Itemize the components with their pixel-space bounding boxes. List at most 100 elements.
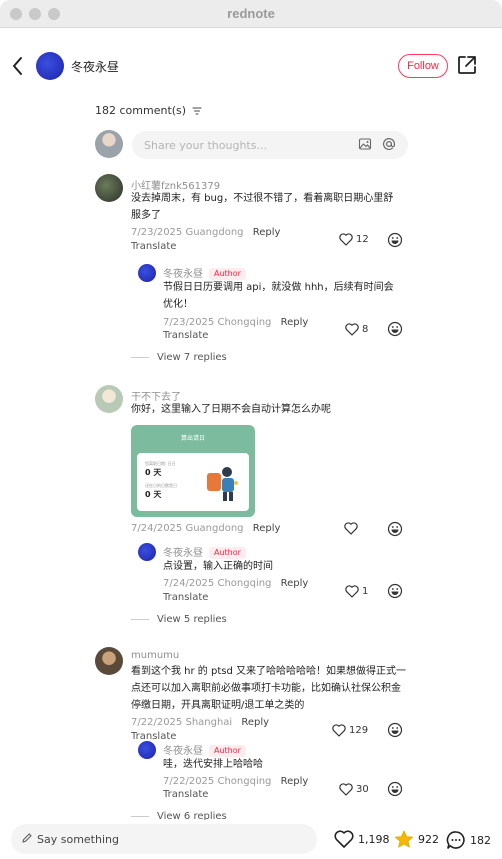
say-something-input[interactable]: Say something [11, 824, 317, 854]
reply-date: 7/23/2025 [163, 317, 215, 328]
reply-meta: 7/22/2025 Chongqing Reply [163, 776, 308, 787]
like-button[interactable]: 30 [339, 783, 369, 796]
heart-icon [334, 830, 354, 848]
reply-text: 哇，迭代安排上哈哈哈 [163, 759, 263, 770]
window-titlebar: rednote [0, 0, 502, 28]
reply-button[interactable]: Reply [253, 523, 281, 534]
comment-location: Shanghai [185, 717, 233, 728]
like-count: 129 [349, 725, 369, 736]
image-value-1: 0 天 [145, 468, 162, 477]
post-favorite-count: 922 [418, 833, 439, 846]
comment-text: 你好，这里输入了日期不会自动计算怎么办呢 [131, 404, 331, 415]
heart-icon [339, 233, 353, 246]
heart-icon [339, 783, 353, 796]
comment-count[interactable]: 182 comment(s) [95, 104, 202, 117]
like-button[interactable] [344, 522, 361, 535]
reply-username[interactable]: 冬夜永昼 Author [163, 544, 246, 559]
image-icon[interactable] [358, 137, 372, 151]
emoji-icon[interactable] [387, 521, 403, 537]
follow-button[interactable]: Follow [398, 54, 448, 78]
post-favorite-button[interactable]: 922 [394, 830, 439, 849]
comment-meta: 7/22/2025 Shanghai Reply [131, 717, 269, 728]
reply-button[interactable]: Reply [281, 578, 309, 589]
reply-username[interactable]: 冬夜永昼 Author [163, 742, 246, 757]
post-header: 冬夜永昼 Follow [0, 28, 502, 104]
heart-icon [345, 323, 359, 336]
image-title: 算出请日 [180, 435, 205, 442]
comment-date: 7/22/2025 [131, 717, 183, 728]
reply-meta: 7/24/2025 Chongqing Reply [163, 578, 308, 589]
traveler-illustration-icon [207, 467, 238, 501]
reply-date: 7/24/2025 [163, 578, 215, 589]
translate-link[interactable]: Translate [163, 789, 208, 800]
like-count: 8 [362, 324, 369, 335]
reply-button[interactable]: Reply [281, 317, 309, 328]
comment-input[interactable]: Share your thoughts... [132, 131, 408, 159]
reply-avatar[interactable] [138, 741, 156, 759]
window-title: rednote [227, 6, 275, 21]
author-name[interactable]: 冬夜永昼 [71, 58, 119, 75]
say-something-placeholder: Say something [37, 833, 119, 846]
reply-text: 节假日日历要调用 api，就没做 hhh，后续有时间会优化！ [163, 282, 394, 310]
reply-location: Chongqing [217, 317, 272, 328]
translate-link[interactable]: Translate [131, 241, 176, 252]
comment-meta: 7/24/2025 Guangdong Reply [131, 523, 280, 534]
comment-text: 看到这个我 hr 的 ptsd 又来了哈哈哈哈哈！如果想做得正式一点还可以加入离… [131, 666, 406, 711]
star-icon [395, 830, 413, 848]
comment-count-label: 182 comment(s) [95, 104, 187, 117]
post-comment-button[interactable]: 182 [446, 830, 491, 850]
commenter-avatar[interactable] [95, 385, 123, 413]
view-replies-link[interactable]: View 5 replies [131, 614, 227, 625]
reply-button[interactable]: Reply [281, 776, 309, 787]
like-button[interactable]: 8 [345, 323, 368, 336]
reply-username[interactable]: 冬夜永昼 Author [163, 265, 246, 280]
emoji-icon[interactable] [387, 321, 403, 337]
comment-location: Guangdong [185, 523, 244, 534]
like-button[interactable]: 12 [339, 233, 369, 246]
share-icon[interactable] [456, 54, 478, 76]
like-button[interactable]: 129 [332, 724, 368, 737]
comment-date: 7/24/2025 [131, 523, 183, 534]
emoji-icon[interactable] [387, 781, 403, 797]
comment-bubble-icon [446, 831, 465, 849]
reply-avatar[interactable] [138, 264, 156, 282]
comment-username[interactable]: mumumu [131, 650, 179, 661]
emoji-icon[interactable] [387, 232, 403, 248]
heart-icon [344, 522, 358, 535]
reply-location: Chongqing [217, 578, 272, 589]
reply-button[interactable]: Reply [253, 227, 281, 238]
commenter-avatar[interactable] [95, 647, 123, 675]
author-avatar[interactable] [36, 52, 64, 80]
comment-input-placeholder: Share your thoughts... [144, 139, 267, 152]
post-like-button[interactable]: 1,198 [334, 830, 390, 848]
translate-link[interactable]: Translate [163, 330, 208, 341]
commenter-avatar[interactable] [95, 174, 123, 202]
back-arrow-icon[interactable] [8, 54, 28, 78]
mention-icon[interactable] [382, 137, 396, 151]
comment-image[interactable]: 算出请日 您离职日期: 日日 0 天 还在日的日数是日 0 天 [131, 425, 255, 517]
translate-link[interactable]: Translate [163, 592, 208, 603]
translate-link[interactable]: Translate [131, 731, 176, 742]
like-button[interactable]: 1 [345, 585, 368, 598]
reply-date: 7/22/2025 [163, 776, 215, 787]
comment-text: 没去掉周末，有 bug，不过很不错了，看着离职日期心里舒服多了 [131, 193, 394, 221]
emoji-icon[interactable] [387, 583, 403, 599]
like-count: 1 [362, 586, 369, 597]
post-like-count: 1,198 [358, 832, 390, 846]
sort-icon[interactable] [192, 107, 202, 115]
reply-button[interactable]: Reply [241, 717, 269, 728]
image-card: 您离职日期: 日日 0 天 还在日的日数是日 0 天 [137, 453, 249, 511]
view-replies-link[interactable]: View 7 replies [131, 352, 227, 363]
like-count: 30 [356, 784, 369, 795]
comment-date: 7/23/2025 [131, 227, 183, 238]
comment-location: Guangdong [185, 227, 244, 238]
emoji-icon[interactable] [387, 722, 403, 738]
heart-icon [332, 724, 346, 737]
pen-icon [22, 833, 32, 843]
reply-text: 点设置，输入正确的时间 [163, 561, 273, 572]
heart-icon [345, 585, 359, 598]
comment-meta: 7/23/2025 Guangdong Reply [131, 227, 280, 238]
reply-avatar[interactable] [138, 543, 156, 561]
post-comment-count: 182 [470, 833, 491, 847]
like-count: 12 [356, 234, 369, 245]
